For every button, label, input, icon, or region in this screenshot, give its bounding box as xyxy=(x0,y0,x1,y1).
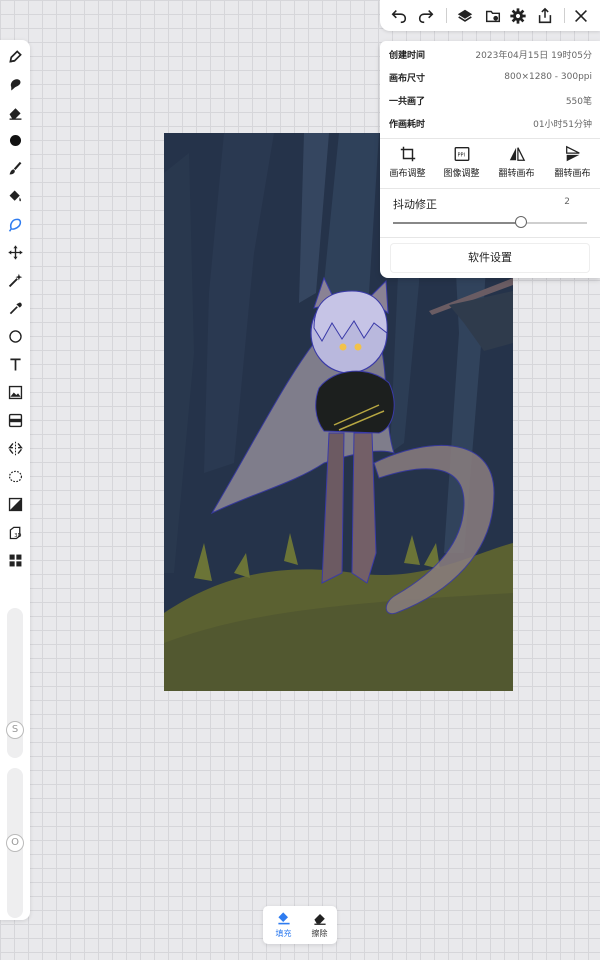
top-toolbar xyxy=(380,0,600,31)
info-label: 一共画了 xyxy=(389,96,426,107)
software-settings-button[interactable]: 软件设置 xyxy=(391,244,589,272)
svg-text:PPI: PPI xyxy=(457,152,464,158)
eraser-tool-icon[interactable] xyxy=(3,100,27,124)
smudge-tool-icon[interactable] xyxy=(3,72,27,96)
filter-icon[interactable] xyxy=(3,408,27,432)
settings-gear-icon[interactable] xyxy=(506,4,530,28)
stabilizer-fill xyxy=(393,222,522,224)
more-tools-icon[interactable] xyxy=(3,548,27,572)
undo-icon[interactable] xyxy=(387,4,411,28)
canvas-info-panel: 创建时间 2023年04月15日 19时05分 画布尺寸 800×1280 - … xyxy=(380,41,600,278)
export-icon[interactable] xyxy=(533,4,557,28)
redo-icon[interactable] xyxy=(414,4,438,28)
info-row-created: 创建时间 2023年04月15日 19时05分 xyxy=(389,43,592,65)
lasso-fill-icon[interactable] xyxy=(3,212,27,236)
canvas-adjust-button[interactable]: 画布调整 xyxy=(380,145,435,185)
info-row-time-spent: 作画耗时 01小时51分钟 xyxy=(389,112,592,134)
layers-icon[interactable] xyxy=(453,4,477,28)
flip-vertical-button[interactable]: 翻转画布 xyxy=(545,145,600,185)
info-label: 作画耗时 xyxy=(389,119,426,130)
erase-mode-button[interactable]: 擦除 xyxy=(301,910,338,939)
info-value: 01小时51分钟 xyxy=(533,119,592,130)
gallery-icon[interactable] xyxy=(481,4,505,28)
stabilizer-value: 2 xyxy=(564,197,570,207)
left-toolbar: 3D S O xyxy=(0,40,30,920)
flip-horizontal-button[interactable]: 翻转画布 xyxy=(489,145,544,185)
brush-tool-icon[interactable] xyxy=(3,156,27,180)
toolbar-divider xyxy=(446,8,447,23)
shape-circle-icon[interactable] xyxy=(3,324,27,348)
action-label: 画布调整 xyxy=(389,169,426,179)
move-tool-icon[interactable] xyxy=(3,240,27,264)
text-tool-icon[interactable] xyxy=(3,352,27,376)
info-row-stroke-count: 一共画了 550笔 xyxy=(389,89,592,111)
info-label: 创建时间 xyxy=(389,50,426,61)
eraser-icon xyxy=(313,914,326,925)
stabilizer-slider[interactable] xyxy=(393,216,587,228)
3d-layer-icon[interactable]: 3D xyxy=(3,520,27,544)
panel-divider xyxy=(380,237,600,238)
info-label: 画布尺寸 xyxy=(389,73,426,84)
flip-horizontal-icon xyxy=(509,147,525,161)
panel-divider xyxy=(380,138,600,139)
flip-vertical-icon xyxy=(565,145,580,162)
opacity-knob[interactable]: O xyxy=(6,834,24,852)
info-value: 550笔 xyxy=(565,96,592,107)
action-label: 图像调整 xyxy=(443,169,480,179)
info-row-canvas-size: 画布尺寸 800×1280 - 300ppi xyxy=(389,66,592,88)
adjust-image-icon[interactable] xyxy=(3,492,27,516)
fill-erase-toggle: 填充 擦除 xyxy=(263,906,337,944)
fill-label: 填充 xyxy=(275,929,292,938)
pen-tool-icon[interactable] xyxy=(3,44,27,68)
action-label: 翻转画布 xyxy=(554,169,591,179)
crop-icon xyxy=(400,146,415,162)
toolbar-divider xyxy=(564,8,565,23)
erase-label: 擦除 xyxy=(311,929,328,938)
paint-bucket-icon[interactable] xyxy=(3,184,27,208)
stabilizer-label: 抖动修正 xyxy=(393,198,437,211)
symmetry-icon[interactable] xyxy=(3,436,27,460)
panel-divider xyxy=(380,188,600,189)
info-value: 800×1280 - 300ppi xyxy=(504,72,592,82)
selection-icon[interactable] xyxy=(3,464,27,488)
brush-size-knob[interactable]: S xyxy=(6,721,24,739)
close-icon[interactable] xyxy=(569,4,593,28)
magic-wand-icon[interactable] xyxy=(3,268,27,292)
image-import-icon[interactable] xyxy=(3,380,27,404)
action-label: 翻转画布 xyxy=(498,169,535,179)
eyedropper-icon[interactable] xyxy=(3,296,27,320)
stabilizer-thumb[interactable] xyxy=(515,216,528,228)
paint-bucket-icon xyxy=(277,912,290,925)
color-swatch-icon[interactable] xyxy=(3,128,27,152)
fill-mode-button[interactable]: 填充 xyxy=(265,910,302,939)
ppi-icon: PPI xyxy=(454,147,469,161)
info-value: 2023年04月15日 19时05分 xyxy=(475,50,592,61)
image-adjust-button[interactable]: PPI 图像调整 xyxy=(434,145,489,185)
svg-text:3D: 3D xyxy=(14,532,21,538)
